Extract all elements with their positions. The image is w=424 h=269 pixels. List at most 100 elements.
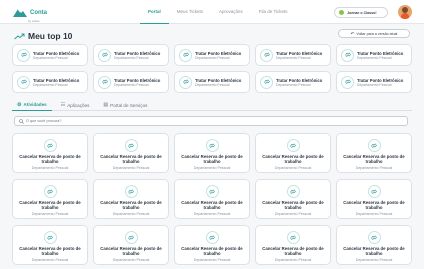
top10-card[interactable]: Tratar Ponto Eletrônico Departamento Pess… — [174, 71, 250, 93]
tab-applications[interactable]: ☷ Aplicações — [56, 99, 95, 111]
service-card-department: Departamento Pessoal — [274, 258, 312, 262]
top10-card[interactable]: Tratar Ponto Eletrônico Departamento Pess… — [93, 44, 169, 66]
service-icon — [101, 52, 108, 57]
service-card[interactable]: Cancelar Reserva de posto de trabalho Dep… — [255, 133, 331, 173]
service-icon-wrap — [179, 75, 192, 89]
service-icon — [101, 79, 108, 84]
user-menu-button[interactable]: Joenae o Classo! — [334, 7, 388, 18]
nav-tab-my-tickets[interactable]: Meus Tickets — [169, 0, 211, 24]
back-button-label: Voltar para a versão atual — [356, 31, 398, 36]
service-icon — [371, 189, 377, 194]
back-to-current-version-button[interactable]: ↶ Voltar para a versão atual — [338, 29, 410, 38]
service-icon — [209, 235, 215, 240]
service-card[interactable]: Cancelar Reserva de posto de trabalho Dep… — [336, 179, 412, 219]
top10-card-department: Departamento Pessoal — [357, 55, 392, 60]
top10-card-department: Departamento Pessoal — [276, 82, 311, 87]
service-card[interactable]: Cancelar Reserva de posto de trabalho Dep… — [336, 225, 412, 265]
service-card[interactable]: Cancelar Reserva de posto de trabalho Dep… — [255, 179, 331, 219]
tab-service-portal[interactable]: ▤ Portal de Serviços — [98, 99, 152, 111]
service-card-name: Cancelar Reserva de posto de trabalho — [262, 200, 324, 210]
service-icon-wrap — [17, 75, 30, 89]
user-menu-label: Joenae o Classo! — [347, 10, 377, 15]
top10-card[interactable]: Tratar Ponto Eletrônico Departamento Pess… — [255, 71, 331, 93]
service-card-name: Cancelar Reserva de posto de trabalho — [100, 246, 162, 256]
service-icon-wrap — [43, 185, 57, 198]
tab-activities-label: Atividades — [23, 102, 47, 107]
search-input[interactable] — [26, 117, 326, 125]
tab-activities[interactable]: ⚙ Atividades — [12, 99, 52, 111]
service-card[interactable]: Cancelar Reserva de posto de trabalho Dep… — [174, 179, 250, 219]
service-card-name: Cancelar Reserva de posto de trabalho — [19, 246, 81, 256]
search-box[interactable] — [14, 116, 408, 126]
activity-icon: ⚙ — [17, 101, 22, 108]
service-icon-wrap — [124, 139, 138, 152]
service-card-department: Departamento Pessoal — [112, 212, 150, 216]
top10-card[interactable]: Tratar Ponto Eletrônico Departamento Pess… — [336, 71, 412, 93]
top10-card[interactable]: Tratar Ponto Eletrônico Departamento Pess… — [93, 71, 169, 93]
top10-card[interactable]: Tratar Ponto Eletrônico Departamento Pess… — [12, 44, 88, 66]
top10-heading: Meu top 10 — [14, 31, 72, 41]
top10-card[interactable]: Tratar Ponto Eletrônico Departamento Pess… — [12, 71, 88, 93]
services-grid: Cancelar Reserva de posto de trabalho Dep… — [12, 133, 412, 265]
apps-icon: ☷ — [60, 102, 66, 108]
top10-card[interactable]: Tratar Ponto Eletrônico Departamento Pess… — [255, 44, 331, 66]
service-card-department: Departamento Pessoal — [193, 212, 231, 216]
tab-service-portal-label: Portal de Serviços — [110, 102, 148, 108]
service-card-department: Departamento Pessoal — [31, 212, 69, 216]
service-card[interactable]: Cancelar Reserva de posto de trabalho Dep… — [12, 133, 88, 173]
service-icon — [344, 52, 351, 57]
service-card-department: Departamento Pessoal — [31, 258, 69, 262]
service-icon — [182, 52, 189, 57]
service-card-name: Cancelar Reserva de posto de trabalho — [181, 154, 243, 164]
brand-logo-icon — [13, 8, 27, 17]
service-icon-wrap — [367, 139, 381, 152]
service-icon — [209, 143, 215, 148]
service-card-name: Cancelar Reserva de posto de trabalho — [262, 246, 324, 256]
service-card[interactable]: Cancelar Reserva de posto de trabalho Dep… — [93, 179, 169, 219]
service-icon — [128, 143, 134, 148]
service-card-name: Cancelar Reserva de posto de trabalho — [343, 200, 405, 210]
top10-card-department: Departamento Pessoal — [33, 55, 68, 60]
service-card-name: Cancelar Reserva de posto de trabalho — [19, 154, 81, 164]
service-icon — [182, 79, 189, 84]
service-icon-wrap — [124, 185, 138, 198]
service-icon — [290, 189, 296, 194]
top10-card-department: Departamento Pessoal — [357, 82, 392, 87]
service-icon-wrap — [124, 231, 138, 244]
service-card-department: Departamento Pessoal — [355, 258, 393, 262]
service-icon-wrap — [341, 48, 354, 62]
top10-card[interactable]: Tratar Ponto Eletrônico Departamento Pess… — [336, 44, 412, 66]
user-avatar-icon[interactable] — [398, 5, 412, 19]
service-card[interactable]: Cancelar Reserva de posto de trabalho Dep… — [174, 133, 250, 173]
nav-tab-ticket-queue[interactable]: Fila de Tickets — [251, 0, 296, 24]
service-card[interactable]: Cancelar Reserva de posto de trabalho Dep… — [93, 225, 169, 265]
service-card[interactable]: Cancelar Reserva de posto de trabalho Dep… — [12, 225, 88, 265]
service-card[interactable]: Cancelar Reserva de posto de trabalho Dep… — [174, 225, 250, 265]
service-icon — [128, 189, 134, 194]
service-card[interactable]: Cancelar Reserva de posto de trabalho Dep… — [255, 225, 331, 265]
brand-logo[interactable]: Conta by Anker — [12, 5, 47, 23]
service-card[interactable]: Cancelar Reserva de posto de trabalho Dep… — [12, 179, 88, 219]
service-icon — [263, 52, 270, 57]
service-icon — [344, 79, 351, 84]
service-icon-wrap — [286, 139, 300, 152]
status-dot-icon — [339, 10, 344, 15]
main-nav: Portal Meus Tickets Aprovações Fila de T… — [140, 0, 296, 24]
section-tabs: ⚙ Atividades ☷ Aplicações ▤ Portal de Se… — [12, 99, 412, 111]
service-icon-wrap — [367, 231, 381, 244]
service-icon-wrap — [205, 139, 219, 152]
nav-tab-approvals[interactable]: Aprovações — [211, 0, 251, 24]
top-bar: Conta by Anker Portal Meus Tickets Aprov… — [0, 0, 424, 24]
top10-card[interactable]: Tratar Ponto Eletrônico Departamento Pess… — [174, 44, 250, 66]
service-icon — [47, 143, 53, 148]
service-icon — [263, 79, 270, 84]
service-card[interactable]: Cancelar Reserva de posto de trabalho Dep… — [336, 133, 412, 173]
service-card-department: Departamento Pessoal — [355, 212, 393, 216]
service-icon — [290, 235, 296, 240]
service-icon — [47, 189, 53, 194]
service-card-name: Cancelar Reserva de posto de trabalho — [100, 200, 162, 210]
top10-card-department: Departamento Pessoal — [33, 82, 68, 87]
nav-tab-portal[interactable]: Portal — [140, 0, 169, 24]
search-icon — [19, 118, 24, 124]
service-card[interactable]: Cancelar Reserva de posto de trabalho Dep… — [93, 133, 169, 173]
